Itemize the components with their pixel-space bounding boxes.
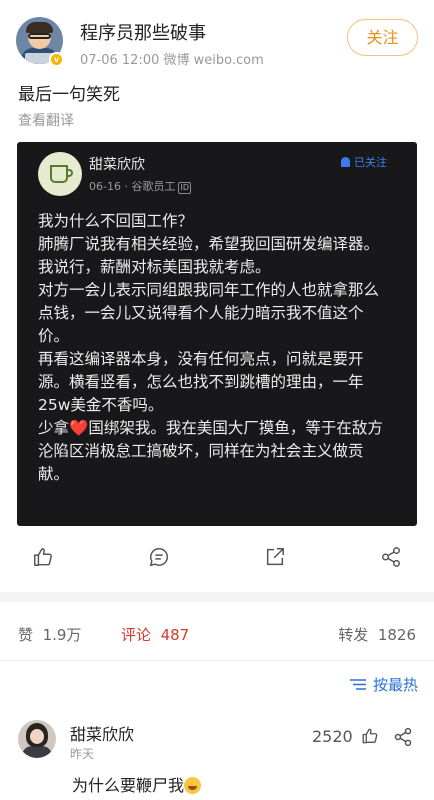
- embedded-follow-label: 已关注: [354, 156, 387, 169]
- comment-share-icon[interactable]: [393, 727, 413, 747]
- bell-icon: [341, 157, 350, 167]
- embedded-line: 对方一会儿表示同组跟我同年工作的人也就拿那么: [38, 281, 380, 299]
- sort-label: 按最热: [372, 676, 418, 694]
- embedded-line: 点钱，一会儿又说得看个人能力暗示我不值这个: [38, 304, 364, 322]
- post-text: 最后一句笑死: [18, 85, 120, 105]
- comment-text: 为什么要鞭尸我: [72, 772, 202, 796]
- embedded-line: 再看这编译器本身，没有任何亮点，问就是要开: [38, 350, 364, 368]
- embedded-line: 25w美金不香吗。: [38, 396, 164, 414]
- comment-text-content: 为什么要鞭尸我: [72, 776, 185, 795]
- follow-button[interactable]: 关注: [347, 19, 418, 56]
- comment-time: 昨天: [70, 747, 95, 761]
- embedded-line-suffix: 国绑架我。我在美国大厂摸鱼，等于在敌方: [88, 419, 383, 437]
- action-bar: [0, 540, 434, 576]
- sort-icon: [349, 679, 366, 690]
- repost-icon[interactable]: [264, 546, 286, 568]
- verified-badge-icon: v: [49, 52, 64, 67]
- reposts-label: 转发: [338, 626, 369, 644]
- comments-tab[interactable]: 评论 487: [121, 624, 189, 645]
- crying-emoji-icon: [184, 777, 202, 794]
- embedded-screenshot[interactable]: 甜菜欣欣 06-16 · 谷歌员工 ID 已关注 我为什么不回国工作？ 肺腾厂说我…: [17, 142, 417, 526]
- reposts-count: 1826: [377, 626, 416, 644]
- reposts-tab[interactable]: 转发 1826: [338, 624, 416, 645]
- heart-icon: ❤️: [69, 419, 89, 437]
- comment-like-button[interactable]: 2520: [312, 727, 379, 746]
- comment-icon[interactable]: [148, 546, 170, 568]
- embedded-meta-text: 06-16 · 谷歌员工: [89, 180, 176, 193]
- stats-bar: 赞 1.9万 评论 487 转发 1826: [0, 616, 434, 652]
- likes-label: 赞: [18, 626, 34, 644]
- embedded-line: 我说行，薪酬对标美国我就考虑。: [38, 258, 271, 276]
- thumbs-up-icon: [362, 728, 378, 744]
- stats-divider: [0, 660, 434, 661]
- embedded-avatar: [38, 152, 82, 196]
- embedded-follow-status: 已关注: [341, 154, 387, 170]
- comment-like-count: 2520: [312, 727, 353, 746]
- embedded-line: 价。: [38, 327, 70, 345]
- comments-count: 487: [160, 626, 190, 644]
- embedded-author-name: 甜菜欣欣: [89, 157, 145, 173]
- cup-icon: [50, 165, 68, 183]
- sort-toggle[interactable]: 按最热: [349, 674, 418, 695]
- commenter-name[interactable]: 甜菜欣欣: [70, 721, 134, 745]
- post-header: v 程序员那些破事 07-06 12:00 微博 weibo.com 关注: [0, 0, 434, 78]
- thumbs-up-icon[interactable]: [32, 546, 54, 568]
- embedded-line: 我为什么不回国工作？: [38, 212, 194, 230]
- embedded-meta: 06-16 · 谷歌员工 ID: [89, 178, 191, 194]
- id-badge: ID: [178, 182, 191, 194]
- likes-count: 1.9万: [42, 626, 82, 644]
- embedded-line: 肺腾厂说我有相关经验，希望我回国研发编译器。: [38, 235, 380, 253]
- embedded-line: 沦陷区消极怠工搞破坏，同样在为社会主义做贡: [38, 442, 364, 460]
- embedded-line: 少拿❤️国绑架我。我在美国大厂摸鱼，等于在敌方: [38, 417, 408, 440]
- embedded-body: 我为什么不回国工作？ 肺腾厂说我有相关经验，希望我回国研发编译器。 我说行，薪酬…: [38, 210, 408, 486]
- embedded-line: 源。横看竖看，怎么也找不到跳槽的理由，一年: [38, 373, 364, 391]
- translate-link[interactable]: 查看翻译: [18, 110, 74, 130]
- comments-label: 评论: [121, 626, 152, 644]
- post-meta: 07-06 12:00 微博 weibo.com: [80, 53, 264, 68]
- share-icon[interactable]: [380, 546, 402, 568]
- section-divider: [0, 592, 434, 602]
- commenter-avatar[interactable]: [18, 720, 56, 758]
- likes-tab[interactable]: 赞 1.9万: [18, 624, 81, 645]
- embedded-line-prefix: 少拿: [38, 419, 70, 437]
- embedded-line: 献。: [38, 465, 70, 483]
- author-name[interactable]: 程序员那些破事: [80, 19, 206, 45]
